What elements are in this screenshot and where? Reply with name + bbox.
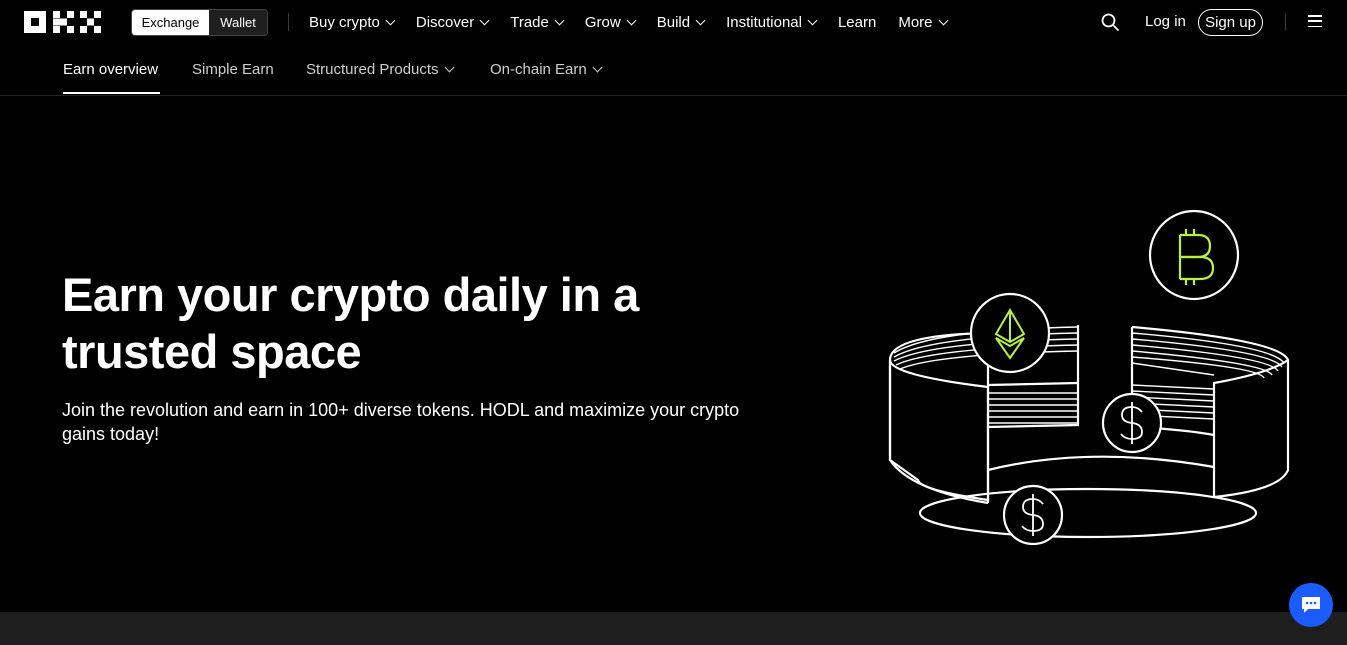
- active-tab-indicator: [63, 92, 160, 94]
- menu-item-grow[interactable]: Grow: [584, 14, 637, 31]
- exchange-toggle-option[interactable]: Exchange: [132, 10, 209, 35]
- tab-simple-earn[interactable]: Simple Earn: [192, 61, 274, 78]
- chevron-down-icon: [479, 15, 490, 26]
- menu-label: Grow: [584, 14, 621, 31]
- chevron-down-icon: [807, 15, 818, 26]
- menu-label: Trade: [510, 14, 549, 31]
- menu-label: Build: [656, 14, 691, 31]
- login-link[interactable]: Log in: [1145, 13, 1186, 30]
- earn-illustration-icon: [888, 209, 1290, 545]
- tab-structured-products[interactable]: Structured Products: [306, 61, 455, 78]
- chevron-down-icon: [385, 15, 396, 26]
- signup-button[interactable]: Sign up: [1198, 9, 1263, 36]
- chat-icon: [1302, 597, 1320, 613]
- chevron-down-icon: [444, 62, 455, 73]
- platform-toggle: Exchange Wallet: [131, 9, 268, 36]
- chevron-down-icon: [938, 15, 948, 26]
- menu-item-buy-crypto[interactable]: Buy crypto: [309, 14, 396, 31]
- chevron-down-icon: [695, 15, 706, 26]
- chat-support-button[interactable]: [1289, 583, 1333, 627]
- menu-label: Institutional: [726, 14, 802, 31]
- hamburger-menu-icon[interactable]: [1308, 15, 1322, 28]
- okx-logo-icon[interactable]: [24, 11, 104, 33]
- menu-item-learn[interactable]: Learn: [838, 14, 876, 31]
- menu-label: Buy crypto: [309, 14, 380, 31]
- menu-label: More: [898, 14, 933, 31]
- nav-divider: [1285, 13, 1286, 31]
- top-nav: Exchange Wallet Buy crypto Discover Trad…: [0, 0, 1347, 45]
- tab-label: Structured Products: [306, 61, 439, 78]
- menu-label: Learn: [837, 14, 877, 31]
- chevron-down-icon: [592, 62, 603, 73]
- menu-item-discover[interactable]: Discover: [415, 14, 490, 31]
- menu-item-trade[interactable]: Trade: [510, 14, 565, 31]
- menu-item-build[interactable]: Build: [656, 14, 706, 31]
- hero-subtitle: Join the revolution and earn in 100+ div…: [62, 400, 740, 444]
- footer-strip: [0, 612, 1347, 645]
- menu-label: Discover: [415, 14, 475, 31]
- main-menu: Buy crypto Discover Trade Grow Build Ins…: [309, 0, 969, 45]
- menu-item-more[interactable]: More: [898, 14, 948, 31]
- search-icon[interactable]: [1101, 13, 1119, 31]
- tab-on-chain-earn[interactable]: On-chain Earn: [490, 61, 603, 78]
- tab-label: Earn overview: [63, 61, 159, 78]
- chevron-down-icon: [626, 15, 637, 26]
- menu-item-institutional[interactable]: Institutional: [726, 14, 818, 31]
- tab-label: On-chain Earn: [490, 61, 587, 78]
- earn-subnav: Earn overview Simple Earn Structured Pro…: [0, 45, 1347, 96]
- wallet-toggle-option[interactable]: Wallet: [209, 10, 267, 35]
- tab-earn-overview[interactable]: Earn overview: [63, 61, 158, 78]
- nav-divider: [288, 13, 289, 31]
- chevron-down-icon: [554, 15, 565, 26]
- tab-label: Simple Earn: [192, 61, 274, 78]
- hero-title: Earn your crypto daily in a trusted spac…: [62, 268, 639, 378]
